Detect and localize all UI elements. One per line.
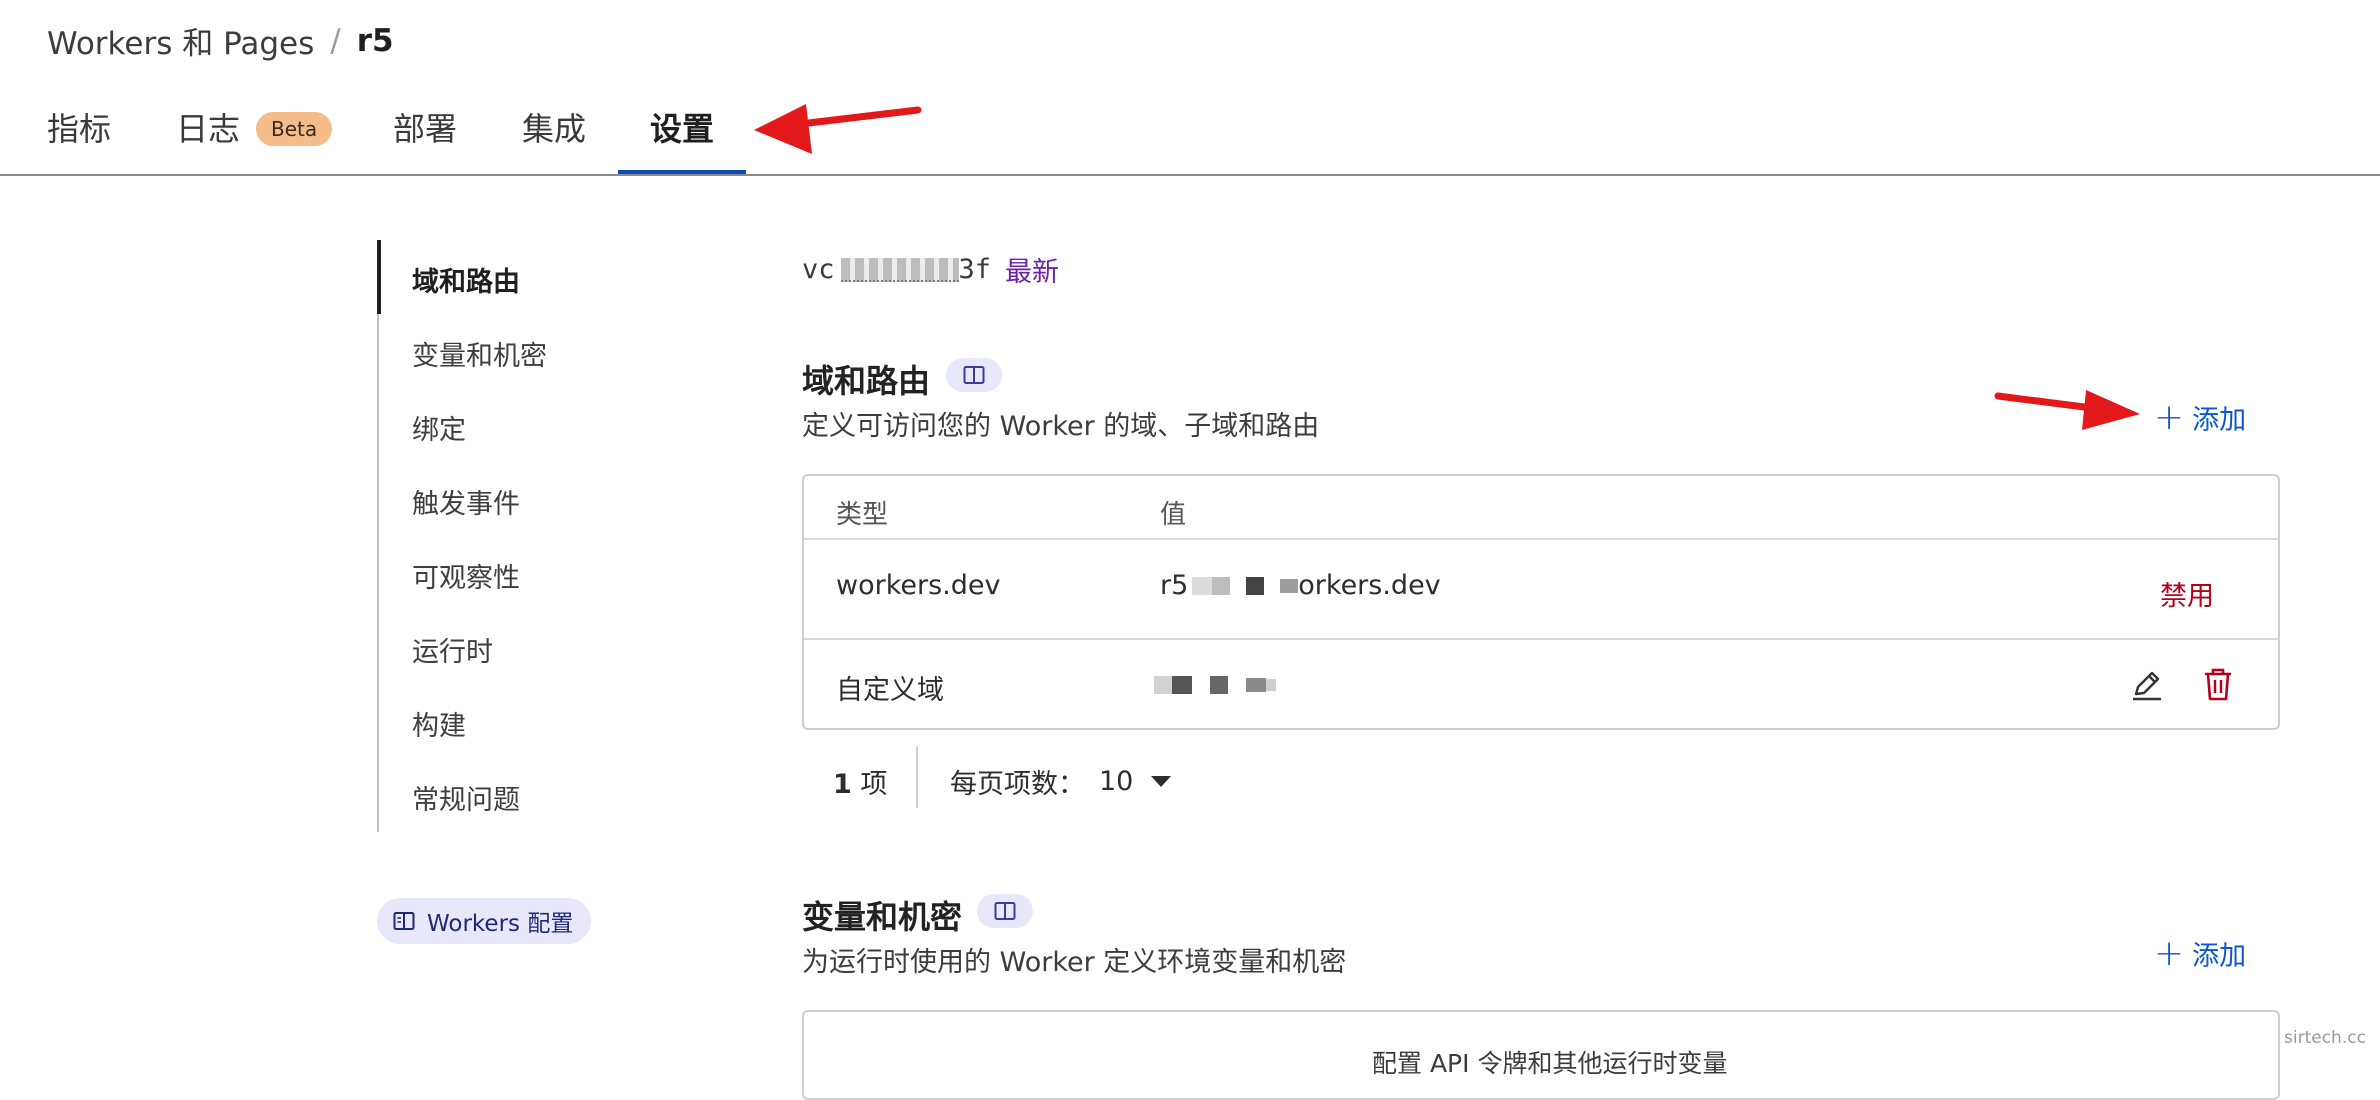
tab-deployments[interactable]: 部署 xyxy=(393,104,457,150)
latest-badge: 最新 xyxy=(1005,257,1060,288)
delete-icon[interactable] xyxy=(2202,666,2234,702)
redacted-block xyxy=(1280,578,1299,593)
table-row-divider xyxy=(804,638,2278,640)
redacted-block xyxy=(1246,678,1266,692)
domains-table xyxy=(802,474,2280,730)
sidebar-item-bindings[interactable]: 绑定 xyxy=(412,408,466,447)
per-page-value: 10 xyxy=(1099,766,1134,797)
tab-label: 指标 xyxy=(47,110,112,148)
value-start: r5 xyxy=(1160,570,1189,601)
redacted-block xyxy=(1266,679,1276,691)
annotation-arrow-icon xyxy=(1994,390,2140,430)
section-description-variables: 为运行时使用的 Worker 定义环境变量和机密 xyxy=(802,947,1347,978)
redacted-block xyxy=(1172,676,1192,694)
per-page-label: 每页项数： xyxy=(950,769,1085,800)
redacted-block xyxy=(1154,676,1172,694)
annotation-arrow-icon xyxy=(754,104,922,154)
pagination-divider xyxy=(916,746,918,808)
plus-icon: + xyxy=(2154,932,2185,974)
sidebar-item-observability[interactable]: 可观察性 xyxy=(412,556,520,595)
add-variable-label: 添加 xyxy=(2192,941,2247,972)
sidebar-item-domains-routes[interactable]: 域和路由 xyxy=(412,260,520,299)
table-row-divider xyxy=(804,538,2278,540)
sidebar-item-triggers[interactable]: 触发事件 xyxy=(412,482,520,521)
variables-empty-text: 配置 API 令牌和其他运行时变量 xyxy=(1372,1049,1728,1078)
version-line: v c 3f 最新 xyxy=(802,250,1059,289)
section-title-variables: 变量和机密 xyxy=(802,898,963,936)
table-cell-value xyxy=(1154,676,1276,694)
table-cell-type: 自定义域 xyxy=(836,675,944,706)
item-count-unit: 项 xyxy=(860,769,888,800)
redacted-block xyxy=(1212,576,1231,595)
add-variable-button[interactable]: + 添加 xyxy=(2154,934,2246,973)
add-domain-button[interactable]: + 添加 xyxy=(2154,398,2246,437)
docs-pill-label: Workers 配置 xyxy=(427,911,574,937)
pagination-count: 1 项 xyxy=(833,762,887,801)
watermark: sirtech.cc xyxy=(2284,1028,2366,1048)
table-cell-type: workers.dev xyxy=(836,570,1001,601)
table-header-value: 值 xyxy=(1160,500,1187,530)
disable-button[interactable]: 禁用 xyxy=(2160,574,2214,613)
breadcrumb-separator: / xyxy=(330,22,341,59)
book-icon xyxy=(963,366,985,384)
per-page-selector[interactable]: 每页项数： 10 xyxy=(950,762,1172,801)
add-domain-label: 添加 xyxy=(2192,405,2247,436)
tab-metrics[interactable]: 指标 xyxy=(47,104,111,150)
sidebar-active-indicator xyxy=(377,240,381,314)
book-icon xyxy=(393,912,415,930)
redacted-block xyxy=(1246,576,1265,595)
edit-icon[interactable] xyxy=(2130,668,2164,702)
caret-down-icon xyxy=(1151,776,1172,787)
version-prefix: v xyxy=(802,254,819,285)
value-end: orkers.dev xyxy=(1298,570,1441,601)
sidebar-item-general[interactable]: 常规问题 xyxy=(412,778,520,817)
plus-icon: + xyxy=(2154,396,2185,438)
tab-settings[interactable]: 设置 xyxy=(650,104,714,150)
table-cell-value: r5 orkers.dev xyxy=(1160,570,1441,601)
redacted-block xyxy=(1192,576,1213,595)
item-count: 1 xyxy=(833,769,852,800)
tabs-divider xyxy=(0,174,2380,176)
breadcrumb: Workers 和 Pages / r5 xyxy=(47,18,394,63)
domains-docs-button[interactable] xyxy=(946,358,1002,392)
tab-integrations[interactable]: 集成 xyxy=(522,104,586,150)
beta-badge: Beta xyxy=(256,112,333,146)
version-partial: c xyxy=(818,254,835,285)
section-description-domains: 定义可访问您的 Worker 的域、子域和路由 xyxy=(802,411,1320,442)
version-suffix: 3f xyxy=(958,254,992,285)
variables-docs-button[interactable] xyxy=(977,894,1033,928)
sidebar-item-variables-secrets[interactable]: 变量和机密 xyxy=(412,334,547,373)
sidebar-item-build[interactable]: 构建 xyxy=(412,704,466,743)
sidebar-item-runtime[interactable]: 运行时 xyxy=(412,630,493,669)
section-title-domains: 域和路由 xyxy=(802,362,931,400)
tab-logs[interactable]: 日志 Beta xyxy=(176,104,333,150)
book-icon xyxy=(994,902,1016,920)
sidebar-rail xyxy=(377,240,379,832)
tab-label: 部署 xyxy=(393,110,458,148)
breadcrumb-parent[interactable]: Workers 和 Pages xyxy=(47,18,314,63)
table-header-type: 类型 xyxy=(836,500,889,530)
tab-label: 设置 xyxy=(650,110,715,148)
workers-config-docs-link[interactable]: Workers 配置 xyxy=(377,898,592,944)
tab-label: 日志 xyxy=(176,110,241,148)
tab-label: 集成 xyxy=(522,110,587,148)
breadcrumb-current: r5 xyxy=(356,22,394,59)
version-redacted xyxy=(840,257,959,282)
redacted-block xyxy=(1210,676,1228,694)
